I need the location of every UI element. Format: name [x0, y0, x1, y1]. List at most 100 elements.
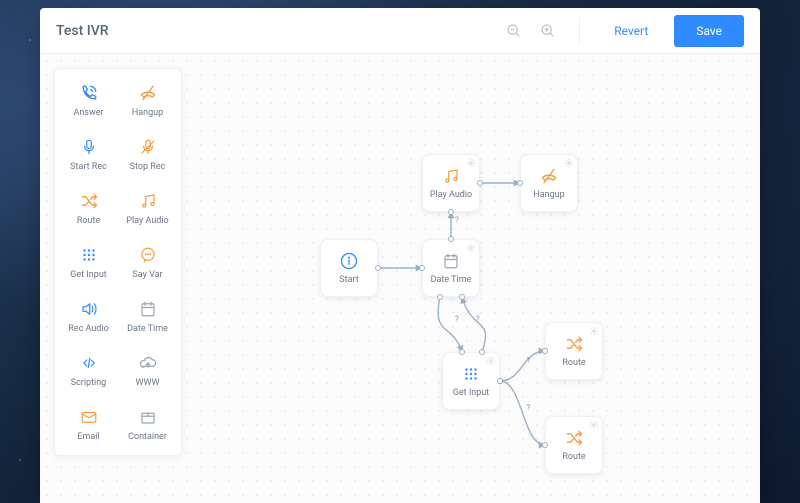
palette-item-label: Hangup — [132, 108, 163, 118]
node-hangup[interactable]: Hangup — [520, 154, 578, 212]
page-title: Test IVR — [56, 23, 109, 39]
mic-off-icon — [137, 136, 159, 158]
node-label: Hangup — [533, 190, 564, 200]
music-icon — [441, 166, 461, 186]
revert-button[interactable]: Revert — [600, 16, 662, 46]
palette-item-label: Get Input — [70, 270, 106, 280]
palette-item-answer[interactable]: Answer — [59, 73, 118, 127]
phone-off-icon — [137, 82, 159, 104]
palette-item-label: Stop Rec — [130, 162, 166, 172]
palette-item-route[interactable]: Route — [59, 181, 118, 235]
dialpad-icon — [78, 244, 100, 266]
port[interactable] — [448, 209, 454, 215]
box-icon — [137, 406, 159, 428]
music-icon — [137, 190, 159, 212]
node-route2[interactable]: Route — [545, 416, 603, 474]
canvas[interactable]: Answer Hangup Start Rec Stop Rec Route Play A… — [40, 54, 760, 503]
gear-icon[interactable] — [589, 420, 599, 430]
topbar: Test IVR Revert Save — [40, 8, 760, 54]
palette-item-label: Scripting — [71, 378, 107, 388]
palette-item-email[interactable]: Email — [59, 397, 118, 451]
palette-item-label: Route — [77, 216, 100, 226]
phone-incoming-icon — [78, 82, 100, 104]
node-label: Play Audio — [430, 190, 472, 200]
port[interactable] — [419, 265, 425, 271]
palette-item-container[interactable]: Container — [118, 397, 177, 451]
mic-icon — [78, 136, 100, 158]
node-start[interactable]: Start — [320, 239, 378, 297]
port[interactable] — [477, 180, 483, 186]
palette-item-stoprec[interactable]: Stop Rec — [118, 127, 177, 181]
palette-item-label: Say Var — [132, 270, 162, 280]
save-button[interactable]: Save — [674, 15, 744, 47]
code-icon — [78, 352, 100, 374]
palette-item-sayvar[interactable]: Say Var — [118, 235, 177, 289]
palette-item-label: WWW — [136, 378, 160, 388]
palette-item-scripting[interactable]: Scripting — [59, 343, 118, 397]
zoom-in-button[interactable] — [537, 20, 559, 42]
node-label: Route — [562, 358, 585, 368]
shuffle-icon — [564, 334, 584, 354]
edge-datetime-getinput — [438, 297, 462, 352]
palette-item-datetime[interactable]: Date Time — [118, 289, 177, 343]
cloud-icon — [137, 352, 159, 374]
speech-icon — [137, 244, 159, 266]
palette-item-recaudio[interactable]: Rec Audio — [59, 289, 118, 343]
shuffle-icon — [78, 190, 100, 212]
calendar-icon — [137, 298, 159, 320]
node-palette: Answer Hangup Start Rec Stop Rec Route Play A… — [54, 68, 182, 456]
gear-icon[interactable] — [466, 243, 476, 253]
separator — [579, 17, 580, 45]
node-datetime[interactable]: Date Time — [422, 239, 480, 297]
phone-off-icon — [539, 166, 559, 186]
shuffle-icon — [564, 428, 584, 448]
zoom-out-button[interactable] — [503, 20, 525, 42]
edge-getinput-datetime — [462, 297, 485, 352]
dialpad-icon — [461, 364, 481, 384]
port[interactable] — [517, 180, 523, 186]
node-label: Get Input — [453, 388, 489, 398]
mail-icon — [78, 406, 100, 428]
palette-item-playaudio[interactable]: Play Audio — [118, 181, 177, 235]
edge-label: ? — [455, 216, 459, 225]
node-route1[interactable]: Route — [545, 322, 603, 380]
port[interactable] — [459, 349, 465, 355]
palette-item-startrec[interactable]: Start Rec — [59, 127, 118, 181]
palette-item-label: Rec Audio — [68, 324, 108, 334]
gear-icon[interactable] — [564, 158, 574, 168]
node-label: Route — [562, 452, 585, 462]
edge-label: ? — [455, 315, 459, 324]
app-window: Test IVR Revert Save Answer Hangup Start R… — [40, 8, 760, 503]
port[interactable] — [479, 349, 485, 355]
palette-item-label: Date Time — [127, 324, 168, 334]
palette-item-getinput[interactable]: Get Input — [59, 235, 118, 289]
port[interactable] — [437, 294, 443, 300]
palette-item-label: Start Rec — [70, 162, 107, 172]
calendar-icon — [441, 251, 461, 271]
palette-item-label: Play Audio — [126, 216, 168, 226]
sound-icon — [78, 298, 100, 320]
edge-label: ? — [527, 403, 531, 412]
palette-item-label: Container — [128, 432, 167, 442]
port[interactable] — [459, 294, 465, 300]
gear-icon[interactable] — [589, 326, 599, 336]
gear-icon[interactable] — [466, 158, 476, 168]
node-label: Start — [339, 275, 358, 285]
info-icon — [339, 251, 359, 271]
edge-label: ? — [476, 315, 480, 324]
port[interactable] — [542, 442, 548, 448]
node-getinput[interactable]: Get Input — [442, 352, 500, 410]
palette-item-www[interactable]: WWW — [118, 343, 177, 397]
palette-item-label: Answer — [73, 108, 103, 118]
port[interactable] — [497, 378, 503, 384]
node-playaudio[interactable]: Play Audio — [422, 154, 480, 212]
port[interactable] — [448, 236, 454, 242]
edge-getinput-route1 — [500, 351, 545, 381]
edge-getinput-route2 — [500, 381, 545, 445]
palette-item-hangup[interactable]: Hangup — [118, 73, 177, 127]
gear-icon[interactable] — [486, 356, 496, 366]
port[interactable] — [542, 348, 548, 354]
port[interactable] — [375, 265, 381, 271]
palette-item-label: Email — [77, 432, 99, 442]
edge-label: ? — [527, 356, 531, 365]
